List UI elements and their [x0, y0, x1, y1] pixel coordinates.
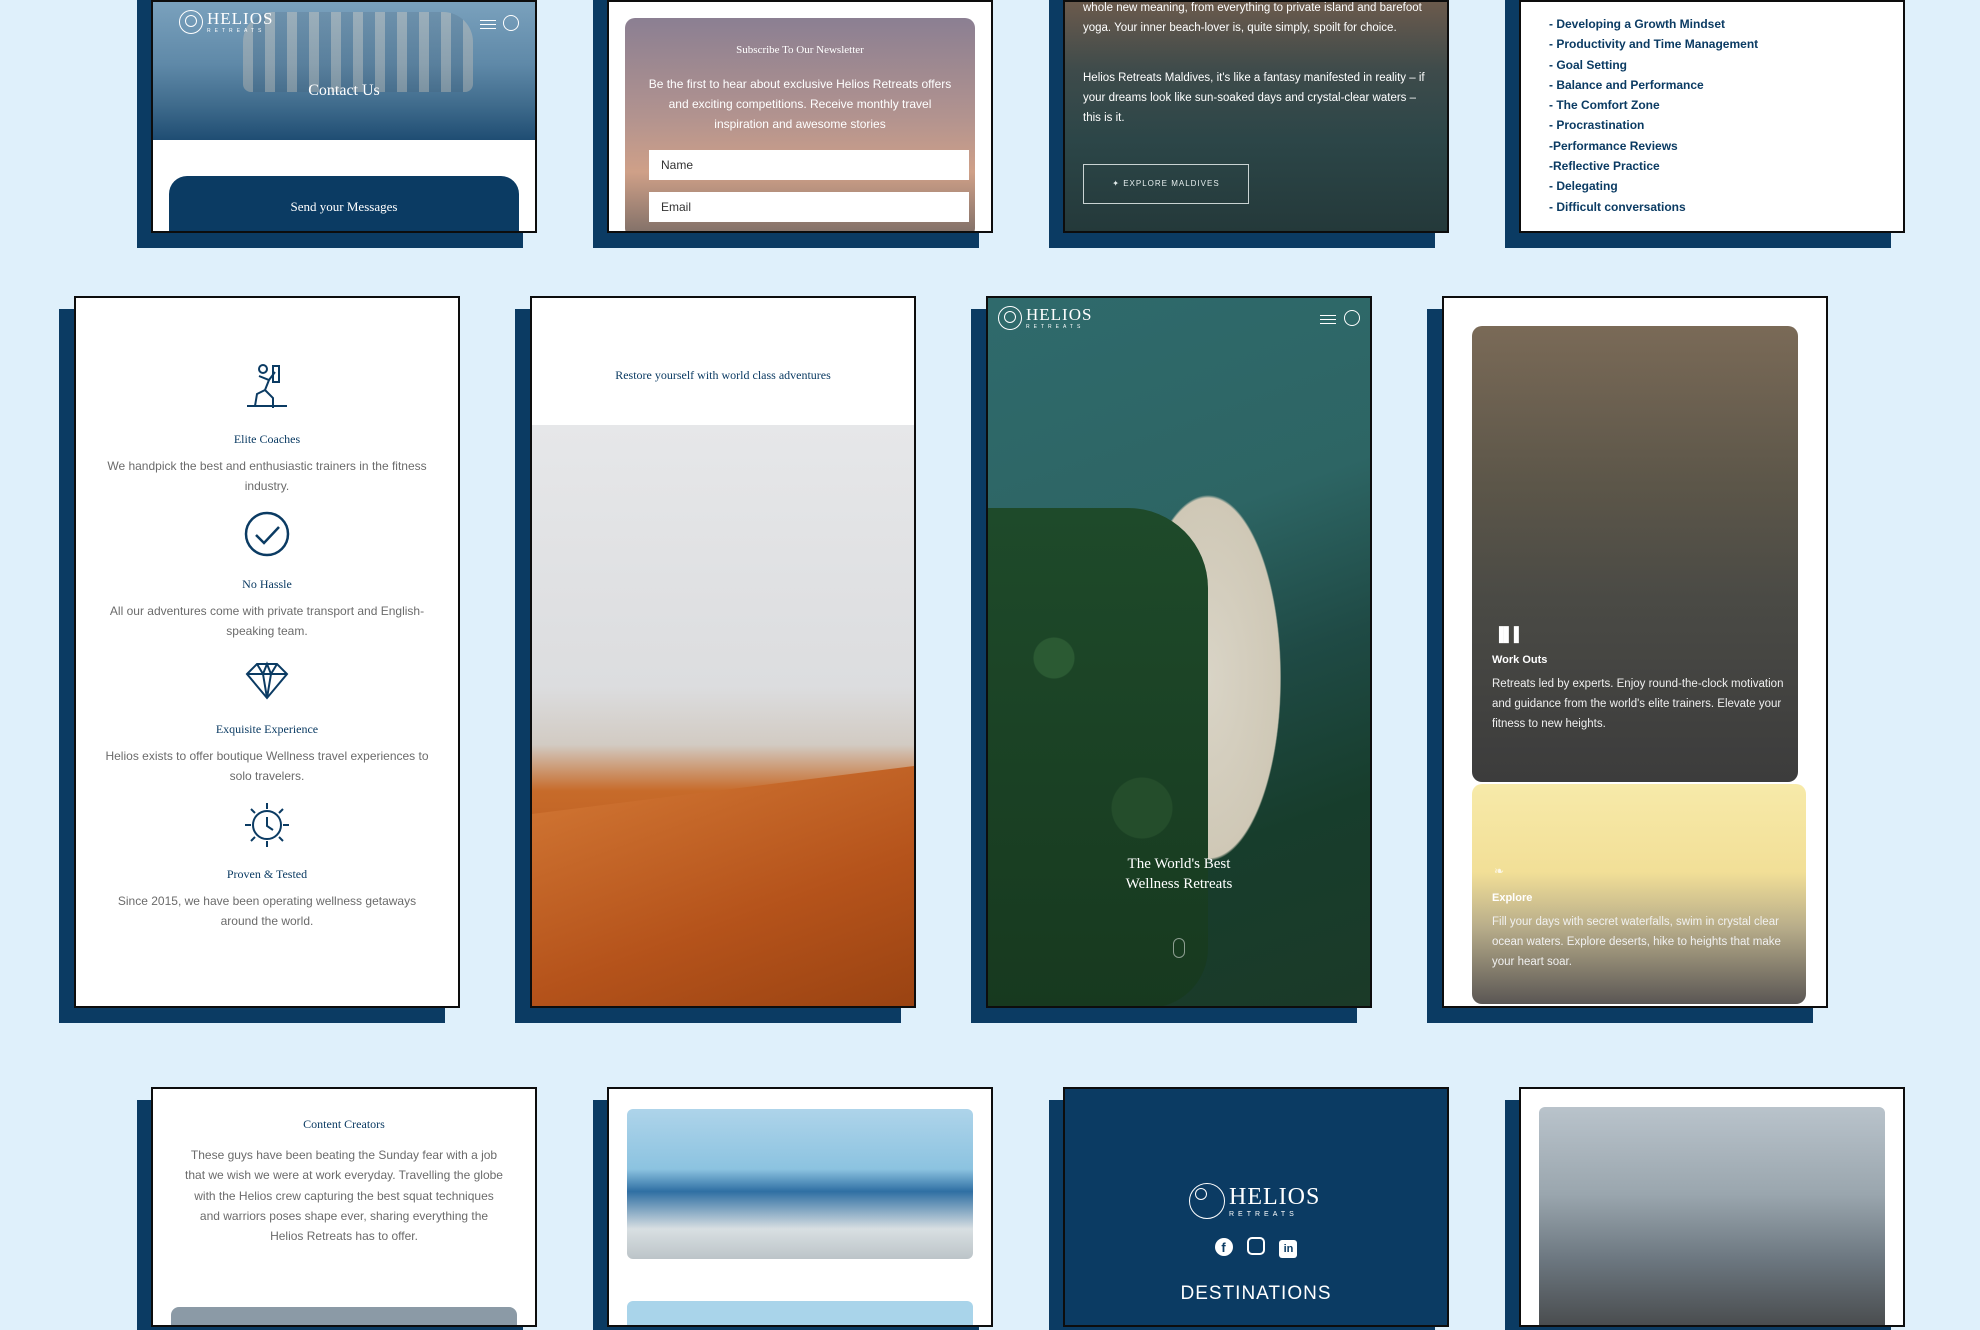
- menu-icon[interactable]: [1320, 315, 1336, 324]
- newsletter-title: Subscribe To Our Newsletter: [736, 44, 864, 56]
- workouts-panel[interactable]: ▐▌▌ Work Outs Retreats led by experts. E…: [1472, 326, 1798, 782]
- feature-text: All our adventures come with private tra…: [109, 604, 425, 638]
- beach-photo: [627, 1301, 973, 1325]
- scroll-indicator-icon[interactable]: [1173, 938, 1185, 958]
- list-item: -Reflective Practice: [1549, 159, 1660, 174]
- name-field[interactable]: Name: [649, 150, 969, 180]
- newsletter-text: Be the first to hear about exclusive Hel…: [648, 77, 952, 131]
- contact-card: HELIOS RETREATS Contact Us Send your Mess…: [151, 0, 537, 233]
- leaf-icon: ❧: [1494, 864, 1505, 878]
- logo-icon: [998, 306, 1022, 330]
- linkedin-icon[interactable]: in: [1279, 1240, 1298, 1258]
- diamond-icon: [245, 661, 289, 700]
- send-messages-button[interactable]: Send your Messages: [169, 176, 519, 231]
- topics-card: - Developing a Growth Mindset - Producti…: [1519, 0, 1905, 233]
- activities-card: ▐▌▌ Work Outs Retreats led by experts. E…: [1442, 296, 1828, 1008]
- facebook-icon[interactable]: f: [1214, 1238, 1233, 1256]
- hero-title: The World's Best Wellness Retreats: [1125, 856, 1233, 892]
- explore-panel[interactable]: ❧ Explore Fill your days with secret wat…: [1472, 784, 1806, 1004]
- logo[interactable]: HELIOS RETREATS: [1189, 1183, 1320, 1219]
- explore-title: Explore: [1492, 892, 1533, 904]
- feature-text: Since 2015, we have been operating welln…: [117, 894, 417, 928]
- clock-sun-icon: [245, 803, 289, 847]
- newsletter-card: Subscribe To Our Newsletter Be the first…: [607, 0, 993, 233]
- portrait-card: [1519, 1087, 1905, 1327]
- creators-card: Content Creators These guys have been be…: [151, 1087, 537, 1327]
- list-item: - The Comfort Zone: [1549, 98, 1660, 113]
- list-item: - Balance and Performance: [1549, 77, 1704, 92]
- features-card: Elite Coaches We handpick the best and e…: [74, 296, 460, 1008]
- list-item: - Productivity and Time Management: [1549, 37, 1759, 52]
- climber-icon: [247, 364, 287, 408]
- arrow-icon: ✦: [1112, 179, 1124, 188]
- creators-photo: [171, 1307, 517, 1325]
- dumbbell-icon: ▐▌▌: [1494, 626, 1524, 642]
- explore-text: Fill your days with secret waterfalls, s…: [1492, 916, 1781, 968]
- user-icon[interactable]: [1344, 310, 1360, 326]
- feature-title: No Hassle: [242, 577, 292, 591]
- list-item: - Difficult conversations: [1549, 199, 1686, 214]
- desert-photo: [532, 425, 914, 1006]
- aerial-resort-photo: [988, 298, 1370, 1006]
- list-item: - Delegating: [1549, 179, 1618, 194]
- feature-title: Proven & Tested: [226, 867, 308, 881]
- instagram-icon[interactable]: [1247, 1237, 1265, 1255]
- destinations-heading: DESTINATIONS: [1180, 1283, 1332, 1304]
- feature-text: Helios exists to offer boutique Wellness…: [105, 749, 429, 783]
- footer-card: HELIOS RETREATS f in DESTINATIONS: [1063, 1087, 1449, 1327]
- gallery-card: [607, 1087, 993, 1327]
- contact-heading: Contact Us: [308, 82, 380, 99]
- feature-text: We handpick the best and enthusiastic tr…: [107, 459, 427, 493]
- workouts-title: Work Outs: [1492, 654, 1548, 666]
- list-item: -Performance Reviews: [1549, 138, 1678, 153]
- social-icons: f in: [1065, 1237, 1447, 1258]
- smiling-man-photo: [627, 1109, 973, 1259]
- explore-maldives-button[interactable]: ✦ EXPLORE MALDIVES: [1083, 164, 1249, 204]
- logo-icon: [179, 10, 203, 34]
- desert-card: Restore yourself with world class advent…: [530, 296, 916, 1008]
- feature-title: Exquisite Experience: [215, 722, 319, 736]
- creators-title: Content Creators: [303, 1117, 385, 1131]
- feature-title: Elite Coaches: [233, 432, 301, 446]
- logo-icon: [1189, 1183, 1225, 1219]
- workouts-text: Retreats led by experts. Enjoy round-the…: [1492, 678, 1784, 730]
- logo[interactable]: HELIOS RETREATS: [179, 10, 273, 34]
- creators-text: These guys have been beating the Sunday …: [185, 1148, 503, 1244]
- menu-icon[interactable]: [480, 20, 496, 29]
- list-item: - Goal Setting: [1549, 57, 1627, 72]
- user-icon[interactable]: [503, 15, 519, 31]
- list-item: - Developing a Growth Mindset: [1549, 17, 1726, 31]
- email-field[interactable]: Email: [649, 192, 969, 222]
- maldives-text-2: Helios Retreats Maldives, it's like a fa…: [1083, 72, 1425, 124]
- list-item: - Procrastination: [1549, 118, 1645, 133]
- hero-card: HELIOS RETREATS The World's Best Wellness…: [986, 296, 1372, 1008]
- maldives-text-1: whole new meaning, from everything to pr…: [1083, 2, 1422, 34]
- maldives-card: whole new meaning, from everything to pr…: [1063, 0, 1449, 233]
- desert-heading: Restore yourself with world class advent…: [615, 368, 831, 382]
- logo[interactable]: HELIOS RETREATS: [998, 306, 1092, 330]
- man-in-hat-photo: [1539, 1107, 1885, 1325]
- checkmark-icon: [244, 511, 290, 557]
- topics-list: - Developing a Growth Mindset - Producti…: [1549, 14, 1758, 217]
